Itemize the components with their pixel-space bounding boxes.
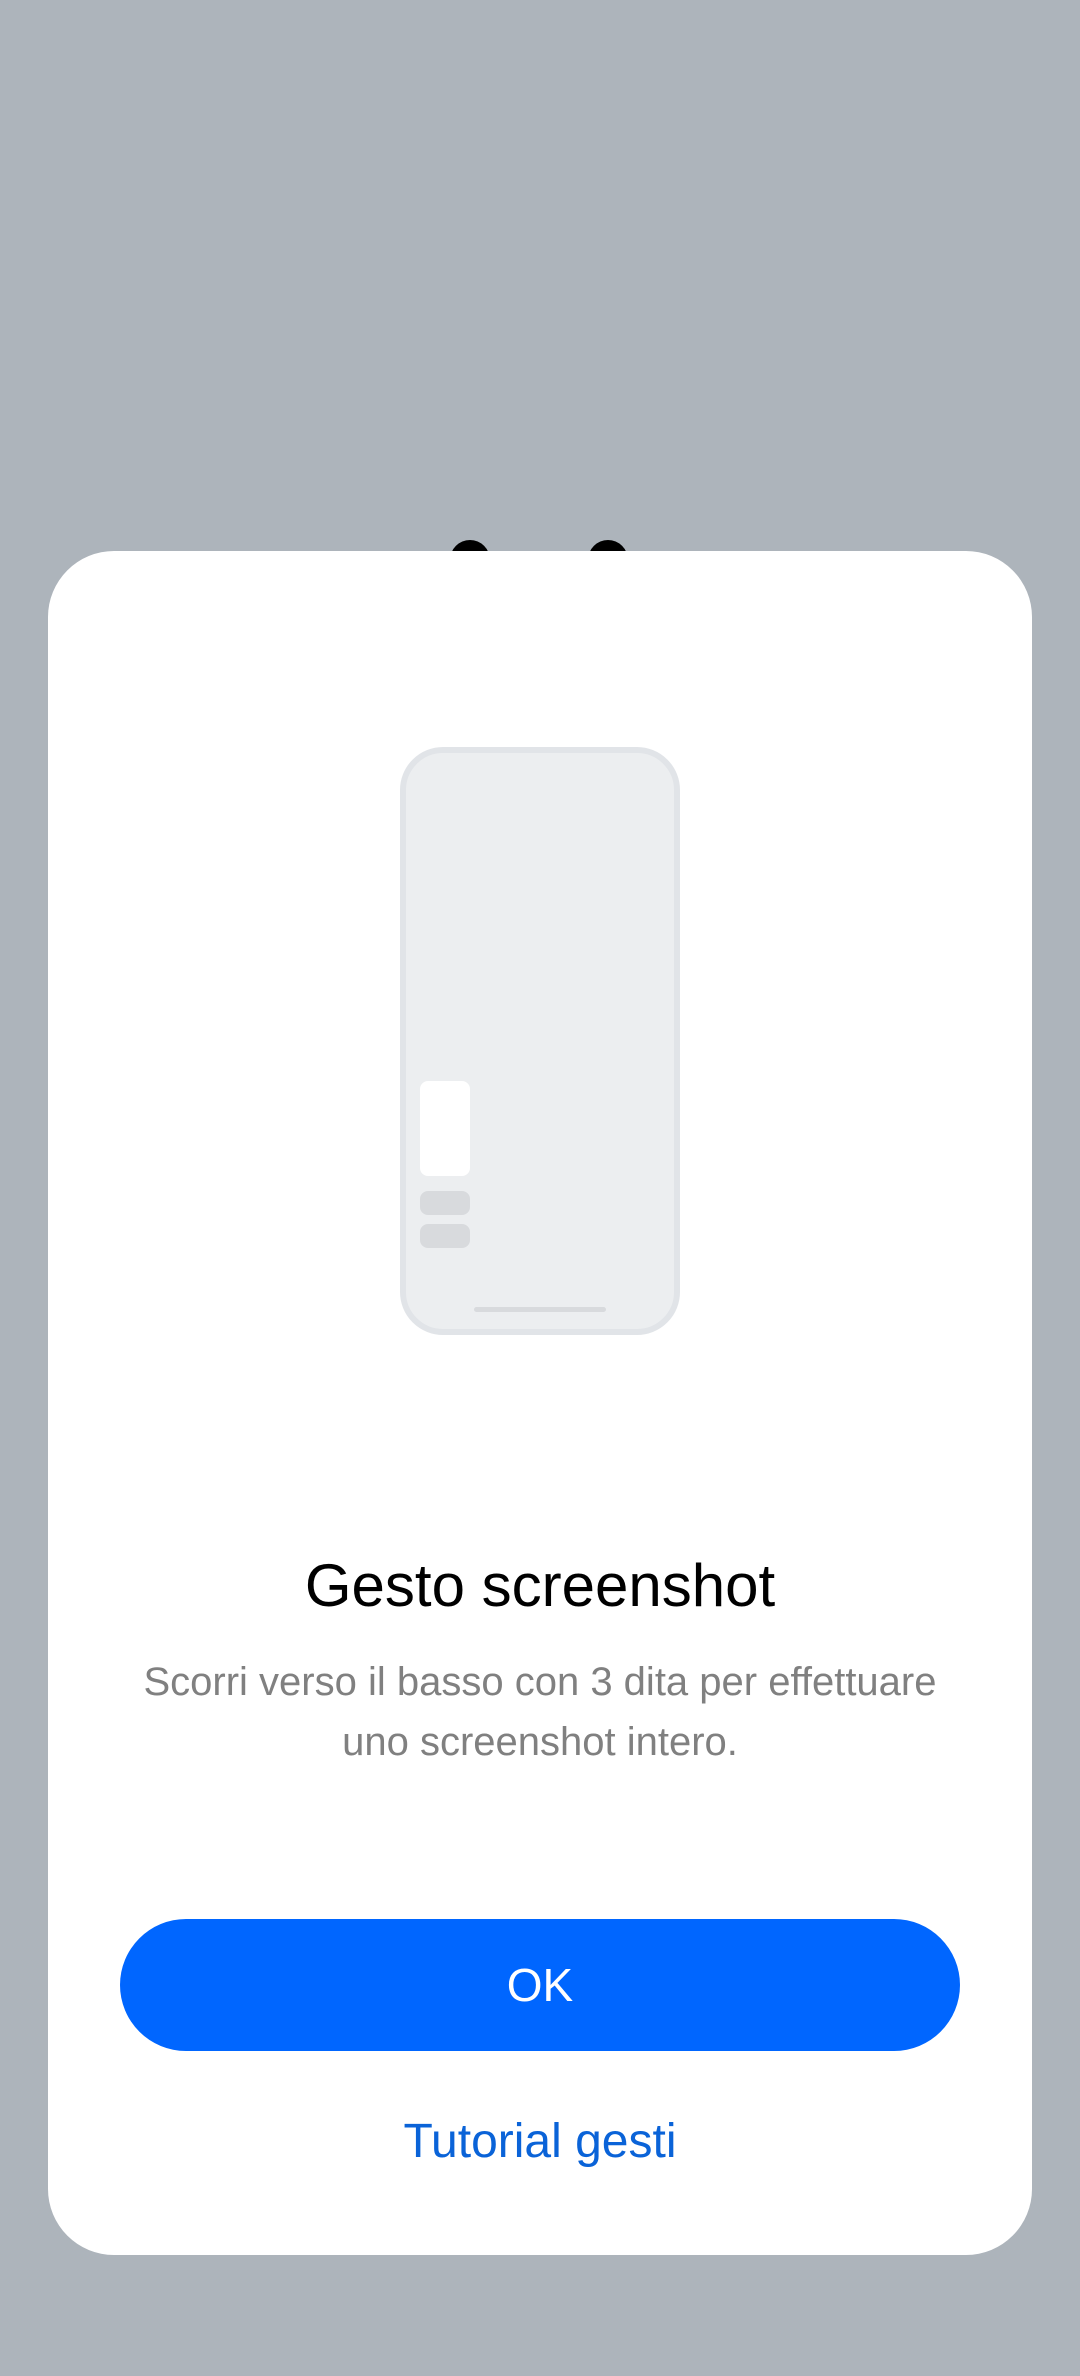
phone-notification-card bbox=[420, 1081, 470, 1176]
gesture-tutorial-link[interactable]: Tutorial gesti bbox=[48, 2114, 1032, 2169]
dialog-title: Gesto screenshot bbox=[304, 1552, 776, 1619]
screenshot-gesture-dialog: Gesto screenshot Scorri verso il basso c… bbox=[48, 551, 1032, 2255]
ok-button[interactable]: OK bbox=[120, 1919, 960, 2051]
phone-home-indicator bbox=[474, 1307, 606, 1312]
phone-notification-line-2 bbox=[420, 1224, 470, 1248]
dialog-description: Scorri verso il basso con 3 dita per eff… bbox=[143, 1660, 937, 1764]
phone-notification-line-1 bbox=[420, 1191, 470, 1215]
phone-screenshot-gesture-illustration bbox=[400, 747, 680, 1335]
